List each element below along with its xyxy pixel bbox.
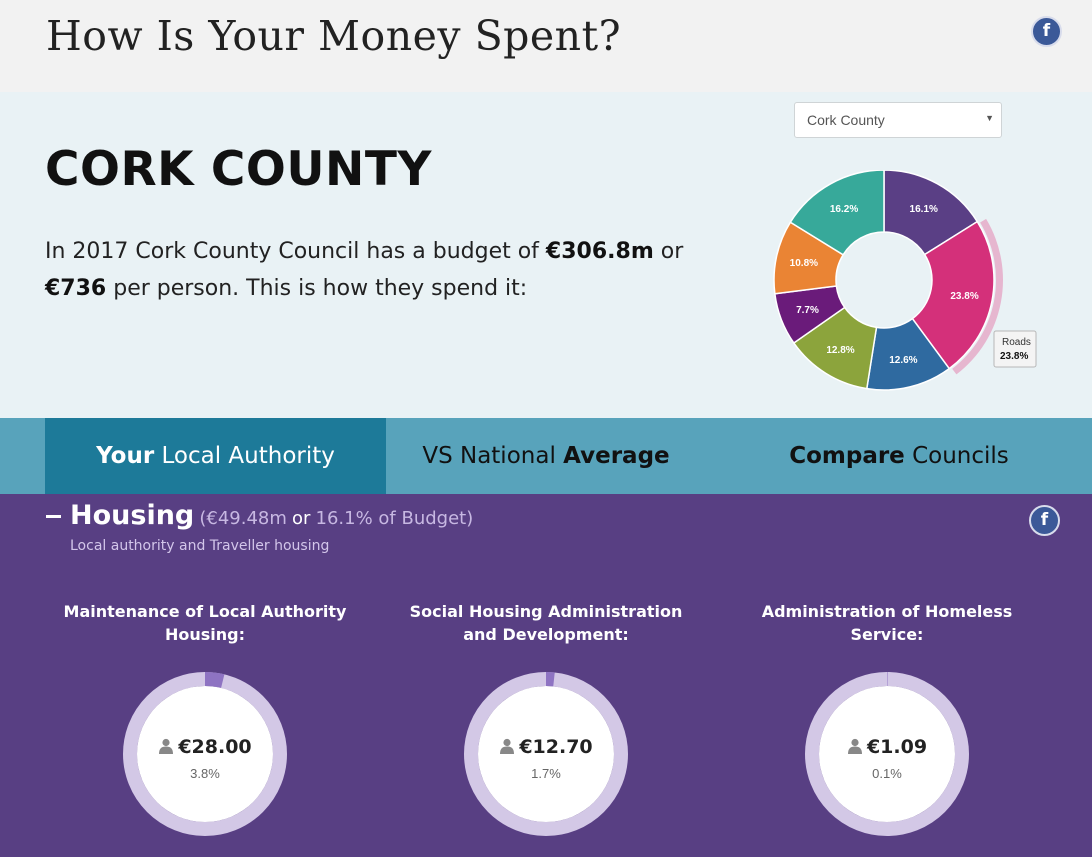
ring-fill	[205, 672, 225, 688]
service-card: Maintenance of Local Authority Housing: …	[55, 600, 355, 836]
donut-slice-label: 16.1%	[910, 204, 938, 215]
service-title: Administration of Homeless Service:	[761, 602, 1013, 644]
council-summary: Cork County ▼ CORK COUNTY In 2017 Cork C…	[0, 92, 1092, 418]
tab-label: VS National	[422, 443, 564, 469]
tab-label-bold: Average	[563, 443, 670, 469]
tab-label-bold: Compare	[789, 443, 905, 469]
category-subtitle: Local authority and Traveller housing	[70, 538, 330, 554]
category-panel-housing: Housing (€49.48m or 16.1% of Budget) Loc…	[0, 494, 1092, 857]
service-amount: €28.00	[178, 736, 252, 758]
category-header[interactable]: Housing (€49.48m or 16.1% of Budget)	[70, 500, 473, 531]
tooltip-value: 23.8%	[1000, 351, 1028, 362]
donut-slice-label: 10.8%	[790, 258, 818, 269]
budget-donut-chart[interactable]: 16.1% 23.8% 12.6% 12.8% 7.7% 10.8% 16.2% Roads…	[770, 170, 1070, 410]
view-tabs: Your Local Authority VS National Average…	[0, 418, 1092, 494]
service-percent: 0.1%	[872, 766, 902, 781]
tab-your-local-authority[interactable]: Your Local Authority	[45, 418, 386, 494]
council-select-value: Cork County	[807, 112, 885, 128]
intro-text-2: or	[653, 239, 684, 264]
council-select[interactable]: Cork County ▼	[794, 102, 1002, 138]
person-icon	[159, 738, 174, 754]
tab-label-bold: Your	[96, 443, 155, 469]
tab-compare-councils[interactable]: Compare Councils	[706, 418, 1092, 494]
person-icon	[500, 738, 515, 754]
donut-slice-label: 12.8%	[826, 345, 854, 356]
facebook-share-icon[interactable]: f	[1029, 505, 1060, 536]
chart-tooltip: Roads 23.8%	[993, 330, 1037, 368]
donut-slice-label: 12.6%	[889, 355, 917, 366]
donut-slice-label: 23.8%	[950, 291, 978, 302]
council-name: CORK COUNTY	[45, 142, 432, 197]
service-card: Administration of Homeless Service: €1.0…	[737, 600, 1037, 836]
donut-slice-label: 7.7%	[796, 305, 819, 316]
person-icon	[847, 738, 862, 754]
page-title: How Is Your Money Spent?	[46, 12, 622, 60]
ring-fill	[546, 672, 555, 687]
budget-per-person: €736	[45, 276, 107, 301]
chevron-down-icon: ▼	[985, 113, 994, 123]
category-share: 16.1% of Budget)	[315, 508, 474, 529]
intro-text-3: per person. This is how they spend it:	[106, 276, 528, 301]
budget-total: €306.8m	[545, 239, 654, 264]
service-percent: 3.8%	[190, 766, 220, 781]
ring-fill	[887, 672, 888, 687]
service-amount: €1.09	[866, 736, 928, 758]
service-amount: €12.70	[519, 736, 593, 758]
category-title: Housing	[70, 500, 195, 531]
tab-label: Councils	[904, 443, 1009, 469]
service-title: Social Housing Administration and Develo…	[409, 602, 683, 644]
tab-vs-national-average[interactable]: VS National Average	[386, 418, 706, 494]
tooltip-name: Roads	[1002, 337, 1031, 348]
tab-label: Local Authority	[154, 443, 335, 469]
service-percent: 1.7%	[531, 766, 561, 781]
budget-intro: In 2017 Cork County Council has a budget…	[45, 233, 725, 307]
service-title: Maintenance of Local Authority Housing:	[63, 602, 347, 644]
page-header: How Is Your Money Spent? f	[0, 0, 1092, 92]
category-or: or	[291, 508, 311, 529]
service-card: Social Housing Administration and Develo…	[396, 600, 696, 836]
category-amount: (€49.48m	[199, 508, 287, 529]
intro-text-1: In 2017 Cork County Council has a budget…	[45, 239, 546, 264]
facebook-share-icon[interactable]: f	[1031, 16, 1062, 47]
donut-slice-label: 16.2%	[830, 204, 858, 215]
collapse-icon[interactable]	[46, 515, 61, 518]
